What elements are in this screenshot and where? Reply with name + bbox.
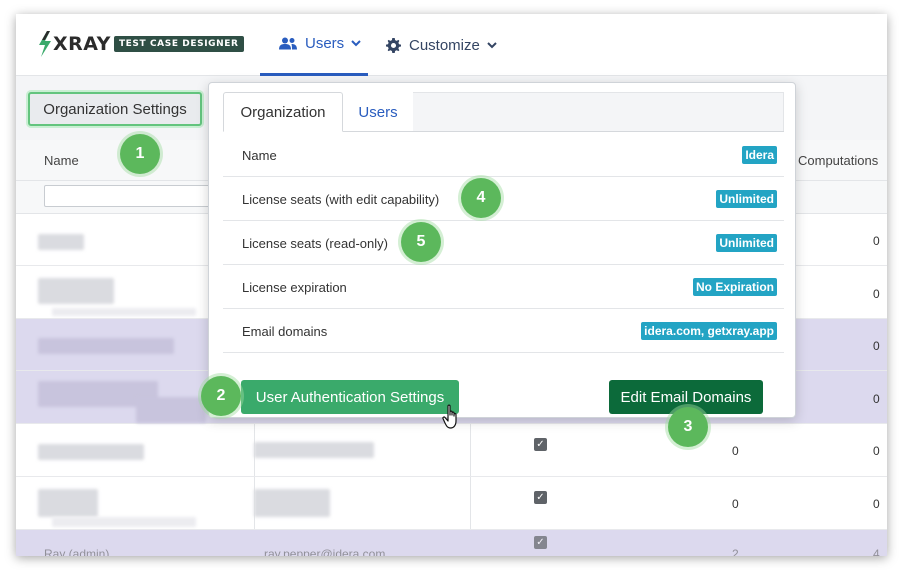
license-expiration-row: License expiration No Expiration — [223, 265, 784, 309]
license-seats-readonly-label: License seats (read-only) — [242, 236, 388, 251]
redacted-name — [38, 489, 98, 517]
user-authentication-settings-button[interactable]: User Authentication Settings — [241, 380, 459, 414]
callout-marker-2: 2 — [201, 376, 241, 416]
org-name-badge: Idera — [742, 146, 777, 164]
computations-cell: 0 — [873, 392, 880, 406]
user-name-cell: Ray (admin) — [44, 547, 110, 556]
callout-marker-1: 1 — [120, 134, 160, 174]
gear-icon — [386, 37, 401, 53]
top-navbar: XRAY TEST CASE DESIGNER Users Customize — [16, 14, 887, 76]
redacted-email — [52, 517, 196, 527]
chevron-down-icon — [351, 40, 361, 47]
bolt-logo-icon — [39, 31, 51, 57]
checkbox-checked-icon[interactable]: ✓ — [534, 438, 547, 451]
org-name-row: Name Idera — [223, 133, 784, 177]
computations-cell: 0 — [873, 234, 880, 248]
tab-strip-fill — [413, 92, 784, 131]
computations-cell: 0 — [873, 497, 880, 511]
tab-users[interactable]: Users — [343, 92, 413, 132]
redacted-email — [254, 442, 374, 458]
organization-settings-button[interactable]: Organization Settings — [28, 92, 202, 126]
hand-pointer-cursor-icon — [442, 404, 457, 429]
popover-tabs: Organization Users — [223, 92, 784, 132]
redacted-email — [52, 308, 196, 316]
xray-logo[interactable]: XRAY TEST CASE DESIGNER — [38, 30, 244, 58]
nav-customize-label: Customize — [409, 36, 480, 54]
computations-cell: 0 — [873, 287, 880, 301]
name-filter-input[interactable] — [44, 185, 214, 207]
redacted-email — [254, 489, 330, 517]
column-header-name[interactable]: Name — [44, 153, 79, 168]
table-row[interactable]: ✓ 0 0 — [16, 424, 887, 477]
redacted-name — [38, 338, 174, 354]
email-domains-row: Email domains idera.com, getxray.app — [223, 309, 784, 353]
user-email-cell: ray.pepper@idera.com — [264, 547, 386, 556]
checkbox-checked-icon[interactable]: ✓ — [534, 536, 547, 549]
tab-organization[interactable]: Organization — [223, 92, 343, 132]
count-cell: 0 — [732, 444, 739, 458]
count-cell: 0 — [732, 497, 739, 511]
license-seats-readonly-row: License seats (read-only) Unlimited — [223, 221, 784, 265]
column-header-computations[interactable]: Computations — [798, 153, 878, 168]
redacted-name — [38, 444, 144, 460]
license-seats-edit-label: License seats (with edit capability) — [242, 192, 440, 207]
license-seats-readonly-badge: Unlimited — [716, 234, 777, 252]
redacted-name — [38, 234, 84, 250]
callout-marker-5: 5 — [401, 222, 441, 262]
checkbox-checked-icon[interactable]: ✓ — [534, 491, 547, 504]
email-domains-badge: idera.com, getxray.app — [641, 322, 777, 340]
org-name-label: Name — [242, 148, 277, 163]
license-seats-edit-badge: Unlimited — [716, 190, 777, 208]
nav-users-label: Users — [305, 35, 345, 52]
license-expiration-badge: No Expiration — [692, 278, 777, 296]
logo-wordmark: XRAY — [53, 33, 111, 55]
table-row[interactable]: Ray (admin) ray.pepper@idera.com ✓ 2 4 — [16, 530, 887, 556]
app-window: XRAY TEST CASE DESIGNER Users Customize … — [16, 14, 887, 556]
count-cell: 2 — [732, 547, 739, 556]
table-row[interactable]: ✓ 0 0 — [16, 477, 887, 530]
organization-settings-popover: Organization Users Name Idera License se… — [208, 82, 796, 418]
license-expiration-label: License expiration — [242, 280, 347, 295]
logo-badge: TEST CASE DESIGNER — [113, 36, 244, 52]
chevron-down-icon — [487, 41, 497, 49]
redacted-email — [136, 397, 206, 423]
callout-marker-3: 3 — [668, 407, 708, 447]
nav-users-menu[interactable]: Users — [260, 14, 368, 76]
email-domains-label: Email domains — [242, 324, 328, 339]
nav-customize-menu[interactable]: Customize — [386, 14, 497, 76]
license-seats-edit-row: License seats (with edit capability) Unl… — [223, 177, 784, 221]
computations-cell: 0 — [873, 444, 880, 458]
callout-marker-4: 4 — [461, 178, 501, 218]
redacted-name — [38, 278, 114, 304]
computations-cell: 0 — [873, 339, 880, 353]
computations-cell: 4 — [873, 547, 880, 556]
users-icon — [279, 37, 297, 50]
